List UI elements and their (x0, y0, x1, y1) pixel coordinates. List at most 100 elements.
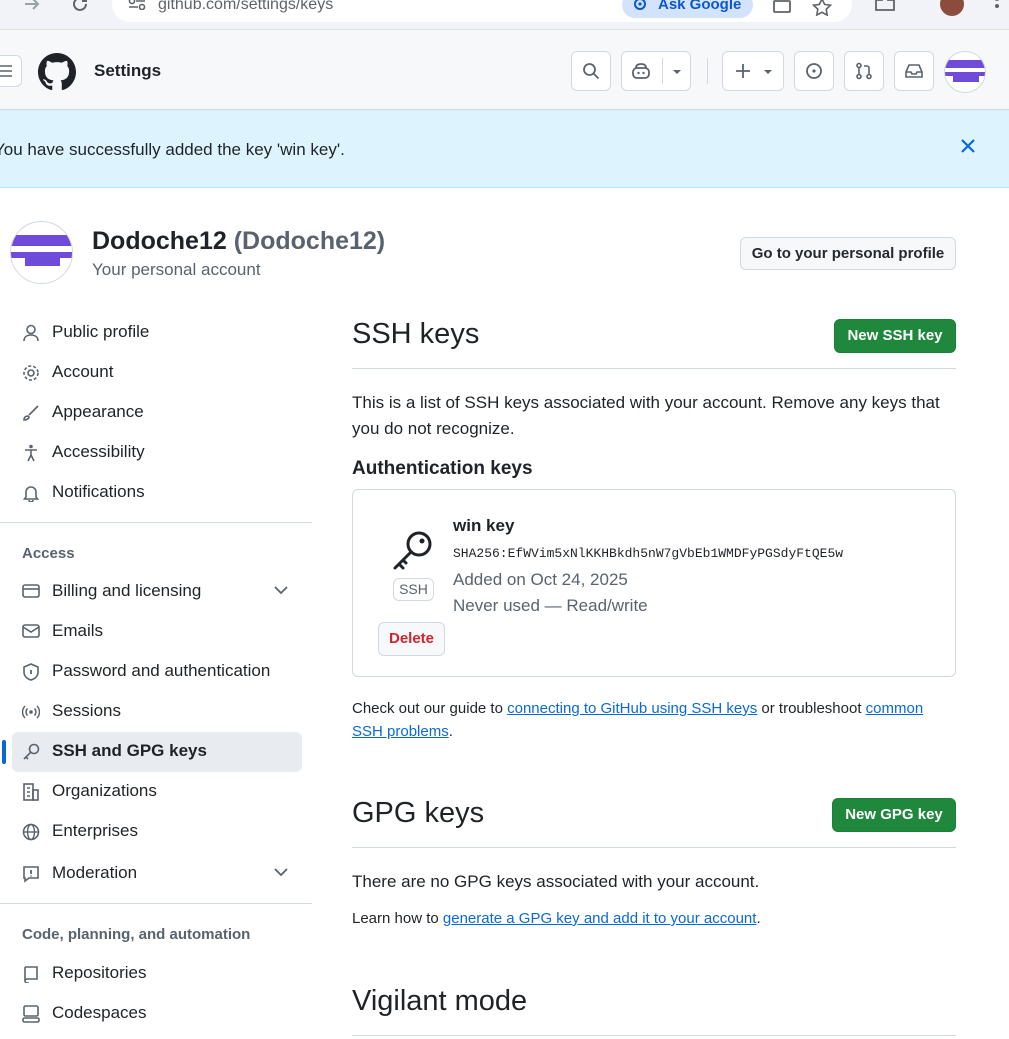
sidebar-group-code: Code, planning, and automation (22, 926, 251, 943)
ssh-guide-text: Check out our guide to connecting to Git… (352, 697, 956, 743)
github-logo-icon[interactable] (38, 53, 76, 91)
ask-google-label: Ask Google (658, 0, 742, 13)
header-divider (707, 58, 708, 84)
chevron-down-icon[interactable] (274, 867, 288, 877)
connecting-ssh-link[interactable]: connecting to GitHub using SSH keys (507, 700, 757, 717)
github-header: Settings (0, 30, 1009, 110)
new-gpg-key-button[interactable]: New GPG key (832, 798, 956, 832)
broadcast-icon (22, 703, 40, 721)
sidebar-item-label: Organizations (52, 781, 157, 800)
active-indicator (2, 740, 6, 764)
sidebar-item-label: Appearance (52, 402, 144, 421)
sidebar-item-sessions[interactable]: Sessions (12, 692, 302, 732)
sidebar-divider (0, 522, 312, 523)
cast-icon[interactable] (772, 0, 792, 16)
sidebar-item-label: Moderation (52, 863, 138, 882)
generate-gpg-key-link[interactable]: generate a GPG key and add it to your ac… (443, 910, 757, 927)
sidebar-item-label: Enterprises (52, 821, 138, 840)
gpg-learn-text: Learn how to generate a GPG key and add … (352, 907, 956, 930)
go-to-profile-button[interactable]: Go to your personal profile (740, 237, 956, 270)
issues-button[interactable] (794, 51, 834, 91)
sidebar-item-label: Billing and licensing (52, 581, 202, 600)
search-button[interactable] (571, 51, 611, 91)
lens-icon (632, 0, 650, 14)
credit-card-icon (22, 583, 40, 599)
pull-requests-button[interactable] (844, 51, 884, 91)
site-info-icon[interactable] (128, 0, 146, 10)
ask-google-button[interactable]: Ask Google (622, 0, 754, 18)
vigilant-divider (352, 1035, 956, 1036)
sidebar-group-access: Access (22, 545, 75, 562)
person-icon (22, 324, 40, 342)
inbox-icon (905, 64, 923, 78)
vigilant-mode-heading: Vigilant mode (352, 985, 528, 1017)
profile-avatar[interactable] (10, 221, 73, 284)
guide-suffix: . (448, 723, 453, 740)
organization-icon (22, 783, 40, 801)
extensions-icon[interactable] (874, 0, 896, 12)
bell-icon (22, 484, 40, 502)
sidebar-item-label: Account (52, 362, 114, 381)
guide-middle: or troubleshoot (757, 700, 866, 717)
forward-icon[interactable] (22, 0, 42, 14)
delete-key-button[interactable]: Delete (378, 622, 445, 656)
issue-opened-icon (806, 63, 822, 79)
sidebar-item-codespaces[interactable]: Codespaces (12, 994, 302, 1034)
user-avatar[interactable] (944, 51, 986, 93)
sidebar-divider (0, 903, 312, 904)
hamburger-menu-button[interactable] (0, 55, 22, 87)
sidebar-item-accessibility[interactable]: Accessibility (12, 433, 302, 473)
sidebar-item-label: Notifications (52, 482, 145, 501)
new-ssh-key-button[interactable]: New SSH key (834, 319, 956, 353)
close-icon[interactable] (958, 136, 978, 156)
sidebar-item-label: Codespaces (52, 1003, 147, 1022)
sidebar-item-appearance[interactable]: Appearance (12, 393, 302, 433)
chevron-down-icon (764, 70, 772, 74)
learn-suffix: . (756, 910, 761, 927)
gpg-keys-heading: GPG keys (352, 797, 485, 829)
sidebar-item-enterprises[interactable]: Enterprises (12, 812, 302, 852)
inbox-button[interactable] (894, 51, 934, 91)
browser-profile-avatar[interactable] (940, 0, 964, 16)
key-icon (391, 528, 435, 572)
repo-icon (22, 965, 40, 983)
git-pull-request-icon (856, 62, 872, 80)
sidebar-item-public-profile[interactable]: Public profile (12, 313, 302, 353)
address-bar[interactable]: github.com/settings/keys Ask Google (112, 0, 852, 22)
profile-subtitle: Your personal account (92, 260, 261, 279)
profile-name: Dodoche12 (Dodoche12) (92, 227, 385, 256)
guide-prefix: Check out our guide to (352, 700, 508, 717)
key-title: win key (453, 516, 515, 535)
browser-toolbar: github.com/settings/keys Ask Google (0, 0, 1009, 30)
shield-lock-icon (22, 663, 40, 681)
codespaces-icon (22, 1005, 40, 1023)
copilot-button[interactable] (621, 51, 691, 91)
sidebar-item-organizations[interactable]: Organizations (12, 772, 302, 812)
ssh-divider (352, 368, 956, 369)
key-fingerprint: SHA256:EfWVim5xNlKKHBkdh5nW7gVbEb1WMDFyP… (453, 546, 844, 561)
plus-icon (736, 64, 750, 78)
sidebar-item-billing[interactable]: Billing and licensing (12, 572, 302, 612)
ssh-description: This is a list of SSH keys associated wi… (352, 393, 940, 438)
learn-prefix: Learn how to (352, 910, 443, 927)
accessibility-icon (22, 444, 40, 462)
browser-menu-icon[interactable] (994, 0, 1000, 12)
ssh-type-badge: SSH (393, 578, 434, 601)
sidebar-item-emails[interactable]: Emails (12, 612, 302, 652)
globe-icon (22, 823, 40, 841)
sidebar-item-password[interactable]: Password and authentication (12, 652, 302, 692)
sidebar-item-repositories[interactable]: Repositories (12, 954, 302, 994)
flash-message: You have successfully added the key 'win… (0, 140, 345, 159)
sidebar-item-moderation[interactable]: Moderation (12, 854, 302, 894)
reload-icon[interactable] (70, 0, 90, 14)
search-icon (583, 63, 600, 80)
sidebar-item-label: Repositories (52, 963, 147, 982)
sidebar-item-notifications[interactable]: Notifications (12, 473, 302, 513)
sidebar-item-label: Password and authentication (52, 661, 271, 680)
bookmark-star-icon[interactable] (812, 0, 832, 16)
sidebar-item-ssh-gpg-keys[interactable]: SSH and GPG keys (2, 732, 302, 772)
create-new-button[interactable] (722, 51, 784, 91)
chevron-down-icon[interactable] (274, 585, 288, 595)
gpg-divider (352, 847, 956, 848)
sidebar-item-account[interactable]: Account (12, 353, 302, 393)
